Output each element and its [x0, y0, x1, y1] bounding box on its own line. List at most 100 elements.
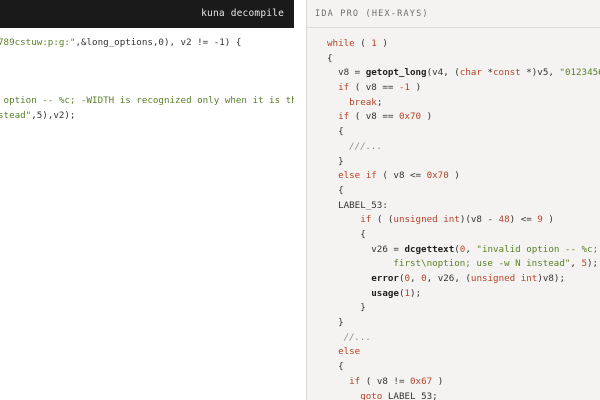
code-token: ,: [570, 258, 582, 270]
code-line: else if ( v8 <= 0x70 ): [327, 169, 600, 184]
code-line: {: [327, 184, 600, 199]
code-token: 48: [498, 214, 510, 226]
code-line: }: [327, 301, 600, 316]
code-token: while: [327, 38, 355, 49]
code-line: while ( 1 ): [327, 37, 600, 52]
code-line: {: [327, 125, 600, 140]
code-token: ): [542, 214, 554, 226]
code-line: v26 = dcgettext(0, "invalid option -- %c…: [327, 243, 600, 258]
code-token: "invalid option -- %c; -WIDT: [476, 243, 599, 255]
code-token: if: [338, 111, 350, 123]
code-token: 789cstuw:p:g:": [0, 37, 76, 48]
code-token: -1: [398, 82, 411, 94]
code-token: else if: [338, 170, 377, 182]
left-panel-header: kuna decompile: [0, 0, 294, 28]
code-token: *)v5,: [520, 67, 560, 79]
code-line: usage(1);: [327, 287, 600, 302]
code-token: {: [327, 184, 344, 196]
code-token: ): [421, 111, 433, 123]
code-token: ): [448, 170, 460, 182]
right-code-view[interactable]: while ( 1 ){ v8 = getopt_long(v4, (char …: [327, 37, 600, 400]
code-line: if ( v8 != 0x67 ): [327, 375, 600, 390]
code-token: option -- %c; -WIDTH is recognized only …: [0, 95, 294, 107]
left-code-view[interactable]: 789cstuw:p:g:",&long_options,0), v2 != -…: [0, 36, 294, 124]
code-line: error(0, 0, v26, (unsigned int)v8);: [327, 272, 600, 287]
right-panel-header: IDA PRO (HEX-RAYS): [307, 0, 600, 28]
code-token: , v26, (: [426, 273, 471, 284]
code-token: ): [410, 82, 422, 94]
code-token: 0x70: [426, 170, 449, 182]
code-token: v8 =: [327, 67, 366, 79]
code-token: ///...: [327, 140, 383, 152]
code-token: if: [360, 214, 372, 226]
code-token: ( (: [371, 214, 394, 226]
code-line: stead",5),v2);: [0, 109, 294, 124]
code-token: (: [354, 38, 372, 49]
code-token: }: [327, 317, 344, 329]
code-line: first\noption; use -w N instead", 5);: [327, 257, 600, 272]
code-token: {: [327, 361, 344, 373]
code-token: usage: [371, 287, 399, 299]
code-token: (v4, (: [426, 67, 460, 79]
code-token: dcgettext: [404, 243, 455, 255]
code-token: ): [432, 375, 444, 387]
code-token: //...: [327, 331, 372, 343]
code-token: break: [349, 96, 377, 108]
code-token: );: [410, 287, 422, 299]
code-line: }: [327, 316, 600, 331]
panel-divider: [294, 0, 306, 400]
code-token: )v8);: [537, 273, 565, 284]
code-token: getopt_long: [365, 67, 427, 79]
code-line: {: [327, 52, 600, 67]
code-token: first\noption; use -w N instead": [327, 258, 571, 270]
code-token: stead": [0, 109, 32, 121]
code-line: if ( v8 == 0x70 ): [327, 110, 600, 125]
code-token: ( v8 ==: [349, 111, 399, 123]
code-line: break;: [327, 96, 600, 111]
code-line: {: [327, 360, 600, 375]
code-token: ,&long_options,0), v2 != -1) {: [75, 37, 242, 48]
code-line: goto LABEL_53;: [327, 390, 600, 400]
code-line: if ( (unsigned int)(v8 - 48) <= 9 ): [327, 213, 600, 228]
code-token: ,: [410, 273, 422, 284]
code-line: {: [327, 228, 600, 243]
code-token: )(v8 -: [459, 214, 499, 226]
code-token: error: [371, 273, 399, 284]
code-token: ,: [465, 243, 477, 255]
left-code-panel: kuna decompile 789cstuw:p:g:",&long_opti…: [0, 0, 294, 400]
code-line: }: [327, 155, 600, 170]
code-token: v26 =: [327, 243, 405, 255]
code-token: unsigned int: [393, 214, 460, 226]
code-line: option -- %c; -WIDTH is recognized only …: [0, 94, 294, 109]
code-token: }: [327, 155, 344, 167]
code-token: char: [459, 67, 482, 79]
code-line: ///...: [327, 140, 600, 155]
code-line: else: [327, 345, 600, 360]
code-token: if: [349, 375, 361, 387]
code-token: if: [338, 82, 350, 94]
code-line: v8 = getopt_long(v4, (char *const *)v5, …: [327, 66, 600, 81]
code-token: const: [493, 67, 521, 79]
code-token: ) <=: [509, 214, 538, 226]
code-token: ( v8 !=: [360, 375, 411, 387]
code-line: LABEL_53:: [327, 199, 600, 214]
code-token: ): [376, 38, 388, 49]
code-token: else: [338, 346, 361, 358]
code-token: ( v8 <=: [376, 170, 427, 182]
code-token: {: [327, 52, 333, 64]
code-token: "0123456789a: [559, 67, 600, 79]
right-code-panel: IDA PRO (HEX-RAYS) while ( 1 ){ v8 = get…: [306, 0, 600, 400]
code-token: }: [327, 302, 366, 314]
